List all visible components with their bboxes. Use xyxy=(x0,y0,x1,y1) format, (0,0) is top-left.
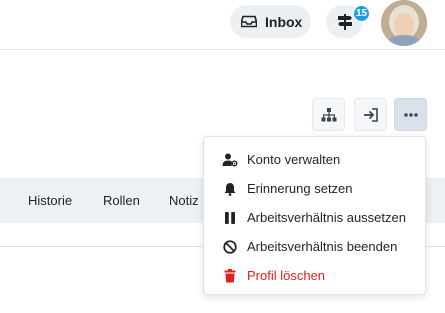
avatar[interactable] xyxy=(381,0,427,46)
bell-icon xyxy=(222,181,238,197)
menu-item-label: Arbeitsverhältnis beenden xyxy=(247,239,398,254)
user-cog-icon xyxy=(222,152,238,168)
tab-rollen[interactable]: Rollen xyxy=(103,193,140,208)
menu-item-delete-profile[interactable]: Profil löschen xyxy=(204,261,425,290)
ellipsis-icon xyxy=(403,112,418,117)
more-actions-button[interactable] xyxy=(394,98,427,131)
login-as-button[interactable] xyxy=(354,98,387,131)
inbox-button[interactable]: Inbox xyxy=(230,5,311,38)
trash-icon xyxy=(222,268,238,284)
inbox-tray-icon xyxy=(241,15,257,28)
ban-icon xyxy=(222,239,238,255)
menu-item-label: Profil löschen xyxy=(247,268,326,283)
menu-item-label: Arbeitsverhältnis aussetzen xyxy=(247,210,406,225)
menu-item-suspend-employment[interactable]: Arbeitsverhältnis aussetzen xyxy=(204,203,425,232)
menu-item-set-reminder[interactable]: Erinnerung setzen xyxy=(204,174,425,203)
tab-historie[interactable]: Historie xyxy=(28,193,72,208)
sitemap-icon xyxy=(321,107,337,122)
menu-item-end-employment[interactable]: Arbeitsverhältnis beenden xyxy=(204,232,425,261)
org-chart-button[interactable] xyxy=(312,98,345,131)
pause-icon xyxy=(222,210,238,226)
sign-in-icon xyxy=(363,107,379,122)
menu-item-label: Konto verwalten xyxy=(247,152,341,167)
top-header: Inbox 15 xyxy=(0,0,445,50)
more-actions-menu: Konto verwalten Erinnerung setzen Arbeit… xyxy=(203,136,426,295)
menu-item-manage-account[interactable]: Konto verwalten xyxy=(204,145,425,174)
inbox-label: Inbox xyxy=(265,13,303,30)
signpost-icon xyxy=(336,13,354,31)
menu-item-label: Erinnerung setzen xyxy=(247,181,353,196)
tab-notizen[interactable]: Notiz xyxy=(169,193,199,208)
notification-count-badge: 15 xyxy=(353,5,370,22)
